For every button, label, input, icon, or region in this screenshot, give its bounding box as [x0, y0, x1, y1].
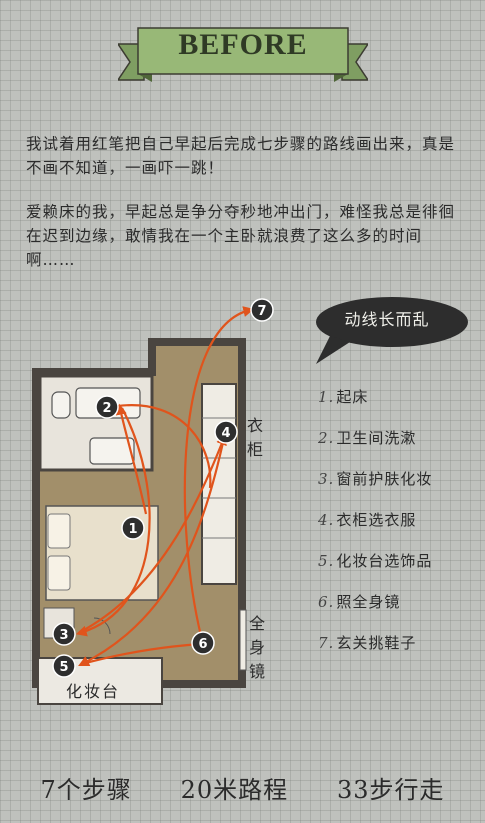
step-label: 卫生间洗漱	[336, 429, 417, 447]
marker-7: 7	[250, 298, 274, 322]
step-label: 起床	[336, 388, 369, 406]
step-label: 照全身镜	[336, 593, 401, 611]
marker-4: 4	[214, 420, 238, 444]
step-item: 6. 照全身镜	[318, 591, 432, 632]
marker-4-label: 4	[221, 426, 230, 441]
marker-6-label: 6	[198, 637, 207, 652]
marker-2-label: 2	[102, 401, 111, 416]
marker-6: 6	[191, 631, 215, 655]
step-number: 3.	[318, 470, 335, 488]
summary-walk: 33步行走	[337, 776, 445, 804]
step-number: 1.	[318, 388, 335, 406]
bubble-text: 动线长而乱	[344, 310, 430, 329]
summary-footer: 7个步骤 20米路程 33步行走	[0, 770, 485, 805]
label-full-mirror: 全身镜	[248, 614, 265, 681]
step-item: 3. 窗前护肤化妆	[318, 468, 432, 509]
floor-plan: 1 2 3 4 5 6 7	[32, 298, 274, 705]
marker-1: 1	[121, 516, 145, 540]
step-item: 5. 化妆台选饰品	[318, 550, 432, 591]
summary-distance: 20米路程	[180, 776, 289, 804]
plan-toilet	[51, 391, 71, 419]
marker-5-label: 5	[59, 660, 68, 675]
label-vanity: 化妆台	[66, 682, 121, 701]
plan-full-mirror	[239, 609, 247, 671]
step-item: 4. 衣柜选衣服	[318, 509, 432, 550]
step-item: 1. 起床	[318, 386, 432, 427]
step-item: 2. 卫生间洗漱	[318, 427, 432, 468]
marker-2: 2	[95, 395, 119, 419]
banner-title: BEFORE	[178, 28, 308, 61]
intro-paragraph-2: 爱赖床的我，早起总是争分夺秒地冲出门，难怪我总是徘徊在迟到边缘，敢情我在一个主卧…	[26, 203, 456, 269]
steps-list: 1. 起床 2. 卫生间洗漱 3. 窗前护肤化妆 4. 衣柜选衣服 5. 化妆台选饰品 6…	[318, 386, 432, 673]
step-number: 7.	[318, 634, 335, 652]
step-label: 窗前护肤化妆	[336, 470, 433, 488]
step-number: 6.	[318, 593, 335, 611]
marker-3: 3	[52, 622, 76, 646]
step-number: 4.	[318, 511, 335, 529]
step-number: 5.	[318, 552, 335, 570]
step-label: 化妆台选饰品	[336, 552, 433, 570]
step-number: 2.	[318, 429, 335, 447]
marker-3-label: 3	[59, 628, 68, 643]
step-label: 玄关挑鞋子	[336, 634, 417, 652]
label-wardrobe: 衣柜	[246, 416, 263, 459]
marker-1-label: 1	[128, 522, 137, 537]
intro-paragraph-1: 我试着用红笔把自己早起后完成七步骤的路线画出来，真是不画不知道，一画吓一跳！	[26, 135, 456, 177]
plan-wardrobe	[201, 383, 237, 585]
speech-bubble	[316, 297, 468, 364]
marker-7-label: 7	[257, 304, 266, 319]
step-label: 衣柜选衣服	[336, 511, 417, 529]
marker-5: 5	[52, 654, 76, 678]
summary-steps: 7个步骤	[40, 776, 132, 804]
step-item: 7. 玄关挑鞋子	[318, 632, 432, 673]
